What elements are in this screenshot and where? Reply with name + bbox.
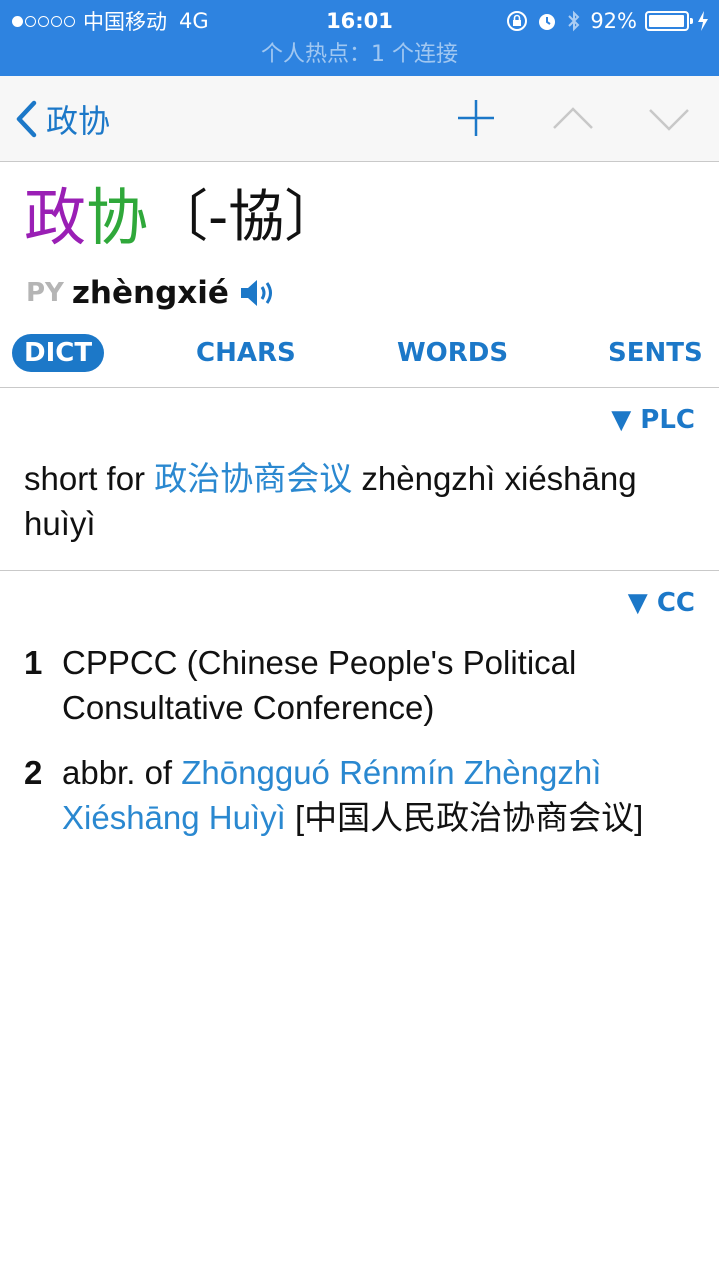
alarm-icon xyxy=(539,14,556,30)
definition-suffix: [中国人民政治协商会议] xyxy=(285,799,644,836)
definition-text: CPPCC (Chinese People's Political Consul… xyxy=(62,644,577,726)
status-right: 92% xyxy=(506,6,709,36)
traditional-form: 〔-協〕 xyxy=(152,185,341,250)
bluetooth-icon xyxy=(568,10,580,32)
definition-number: 1 xyxy=(24,644,43,681)
cc-source-toggle[interactable]: ▼ CC xyxy=(628,588,695,618)
headword-char-2[interactable]: 协 xyxy=(86,180,148,256)
battery-percent: 92% xyxy=(590,9,637,33)
definition-item: 2 abbr. of Zhōngguó Rénmín Zhèngzhì Xiés… xyxy=(24,750,694,840)
status-bar: 中国移动 4G 16:01 92% 个人热点：1 个连接 xyxy=(0,0,719,76)
divider xyxy=(0,570,719,571)
definition-number: 2 xyxy=(24,754,43,791)
headword-char-1[interactable]: 政 xyxy=(24,180,86,256)
back-label: 政协 xyxy=(46,102,111,140)
add-icon[interactable] xyxy=(456,98,496,138)
definition-text: abbr. of Zhōngguó Rénmín Zhèngzhì Xiéshā… xyxy=(62,750,694,840)
plc-prefix: short for xyxy=(24,460,155,497)
headword: 政 协 〔-協〕 xyxy=(24,180,340,256)
speaker-icon[interactable] xyxy=(239,278,277,308)
hotspot-banner[interactable]: 个人热点：1 个连接 xyxy=(0,40,719,70)
tab-chars[interactable]: CHARS xyxy=(196,334,296,372)
plc-definition: short for 政治协商会议 zhèngzhì xiéshāng huìyì xyxy=(24,456,684,546)
navigation-bar: 政协 xyxy=(0,76,719,162)
tab-bar: DICT CHARS WORDS SENTS xyxy=(0,334,719,374)
divider xyxy=(0,387,719,388)
back-button[interactable]: 政协 xyxy=(14,96,110,142)
pinyin: zhèngxié xyxy=(71,275,229,311)
tab-words[interactable]: WORDS xyxy=(397,334,508,372)
plc-link[interactable]: 政治协商会议 xyxy=(154,460,352,497)
chevron-up-icon[interactable] xyxy=(552,106,594,130)
py-label: PY xyxy=(26,278,64,308)
charging-icon xyxy=(698,11,708,31)
plc-source-toggle[interactable]: ▼ PLC xyxy=(611,405,695,435)
definition-prefix: abbr. of xyxy=(62,754,182,791)
rotation-lock-icon xyxy=(507,11,528,31)
battery-icon xyxy=(645,11,693,31)
tab-dict[interactable]: DICT xyxy=(12,334,105,372)
tab-sents[interactable]: SENTS xyxy=(608,334,703,372)
chevron-left-icon xyxy=(16,100,37,138)
chevron-down-icon[interactable] xyxy=(648,108,690,132)
pinyin-row: PY zhèngxié xyxy=(26,275,277,311)
definition-item: 1 CPPCC (Chinese People's Political Cons… xyxy=(24,640,694,730)
